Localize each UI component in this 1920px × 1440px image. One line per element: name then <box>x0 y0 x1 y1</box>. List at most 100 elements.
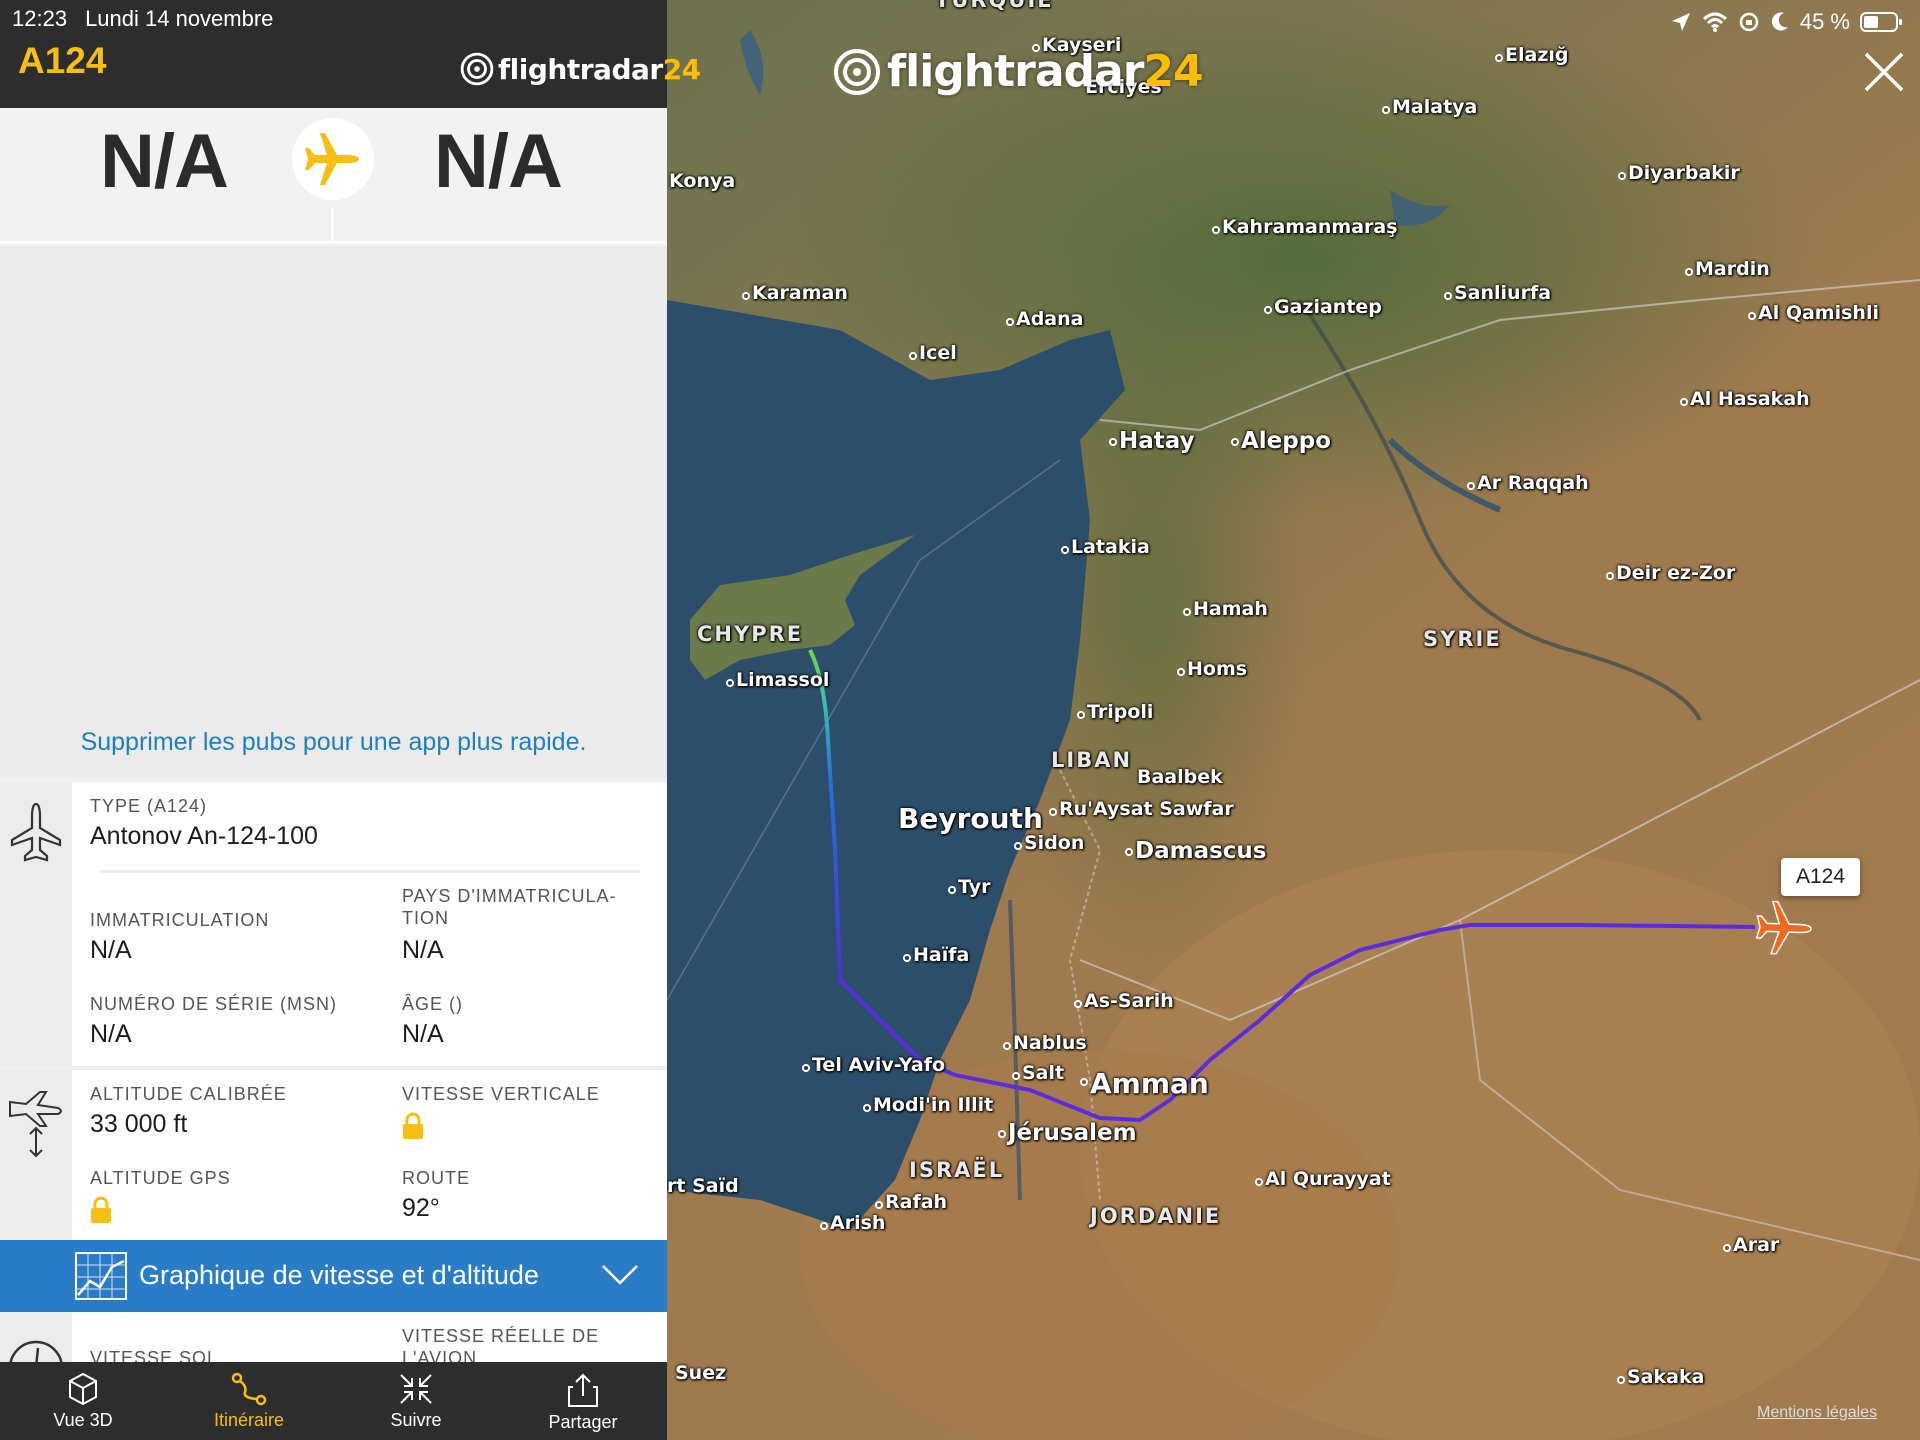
map-place-label: Suez <box>675 1362 727 1384</box>
age-value: N/A <box>402 1020 444 1048</box>
close-icon[interactable] <box>1862 50 1906 94</box>
status-date: Lundi 14 novembre <box>85 6 274 31</box>
map-place-label: SYRIE <box>1423 627 1502 651</box>
share-icon <box>568 1373 598 1407</box>
bottom-toolbar: Vue 3D Itinéraire Suivre Partager <box>0 1362 667 1440</box>
nav-3d-view[interactable]: Vue 3D <box>8 1362 158 1440</box>
flight-map-label[interactable]: A124 <box>1781 858 1861 896</box>
status-bar-right: 45 % <box>1670 6 1904 38</box>
map-place-label: Rafah <box>885 1191 948 1213</box>
map-place-label: Karaman <box>752 282 848 304</box>
city-dot <box>1012 1072 1020 1080</box>
altitude-icon <box>9 1091 62 1158</box>
aircraft-outline-icon <box>10 802 62 862</box>
city-dot <box>1382 106 1390 114</box>
nav-itinerary[interactable]: Itinéraire <box>174 1362 324 1440</box>
map-place-label: Modi'in Illit <box>873 1094 994 1116</box>
map-flightradar24-logo: flightradar24 <box>833 46 1204 97</box>
origin-code[interactable]: N/A <box>100 118 229 205</box>
city-dot <box>1109 438 1117 446</box>
nav-follow[interactable]: Suivre <box>341 1362 491 1440</box>
city-dot <box>1444 292 1452 300</box>
map-place-label: Tel Aviv-Yafo <box>812 1054 946 1076</box>
map-place-label: Konya <box>669 170 736 192</box>
map-place-label: ISRAËL <box>909 1158 1005 1182</box>
city-dot <box>1617 1376 1625 1384</box>
city-dot <box>1264 306 1272 314</box>
telemetry-section: ALTITUDE CALIBRÉE 33 000 ft VITESSE VERT… <box>0 1070 667 1240</box>
aircraft-icon-column <box>0 782 72 1066</box>
registration-value: N/A <box>90 936 132 964</box>
map-place-label: Tripoli <box>1087 701 1154 723</box>
city-dot <box>1685 268 1693 276</box>
route-header: N/A N/A <box>0 108 667 244</box>
city-dot <box>948 886 956 894</box>
map-place-label: As-Sarih <box>1084 990 1174 1012</box>
flight-callsign: A124 <box>18 40 107 81</box>
battery-icon <box>1860 12 1902 32</box>
speed-icon-column <box>0 1312 72 1362</box>
city-dot <box>863 1104 871 1112</box>
city-dot <box>1748 312 1756 320</box>
nav-label: Suivre <box>390 1410 442 1430</box>
route-divider <box>331 208 334 244</box>
nav-share[interactable]: Partager <box>508 1362 658 1440</box>
city-dot <box>903 954 911 962</box>
city-dot <box>1003 1042 1011 1050</box>
map-place-label: Aleppo <box>1241 428 1332 454</box>
city-dot <box>1231 438 1239 446</box>
msn-label: NUMÉRO DE SÉRIE (MSN) <box>90 994 338 1014</box>
radar-logo-icon <box>834 48 880 95</box>
map-place-label: Homs <box>1187 658 1248 680</box>
map-place-label: Hamah <box>1193 598 1268 620</box>
city-dot <box>1080 1078 1088 1086</box>
altitude-value: 33 000 ft <box>90 1110 188 1138</box>
nav-label: Vue 3D <box>53 1410 113 1430</box>
status-time: 12:23 <box>12 6 68 31</box>
lock-icon[interactable] <box>90 1196 112 1224</box>
map-place-label: Ar Raqqah <box>1477 472 1589 494</box>
country-label: PAYS D'IMMATRICULA- TION <box>402 886 617 928</box>
ad-area <box>0 247 667 777</box>
registration-label: IMMATRICULATION <box>90 910 270 930</box>
map-place-label: Icel <box>919 342 957 364</box>
aircraft-section: TYPE (A124) Antonov An-124-100 IMMATRICU… <box>0 782 667 1066</box>
map-place-label: Kahramanmaraş <box>1222 216 1398 238</box>
route-icon <box>231 1372 267 1406</box>
status-bar-left: 12:23 Lundi 14 novembre <box>12 6 273 32</box>
ground-speed-label: VITESSE SOL <box>90 1348 219 1362</box>
destination-code[interactable]: N/A <box>434 118 563 205</box>
follow-icon <box>400 1374 432 1404</box>
map-place-label: TURQUIE <box>935 0 1054 12</box>
map-place-label: Sidon <box>1024 832 1085 854</box>
map-place-label: Deir ez-Zor <box>1616 562 1736 584</box>
remove-ads-link[interactable]: Supprimer les pubs pour une app plus rap… <box>0 728 667 757</box>
city-dot <box>820 1222 828 1230</box>
speed-altitude-chart-button[interactable]: Graphique de vitesse et d'altitude <box>0 1240 667 1312</box>
altitude-label: ALTITUDE CALIBRÉE <box>90 1084 287 1104</box>
vertical-speed-label: VITESSE VERTICALE <box>402 1084 600 1104</box>
chart-icon <box>75 1252 127 1300</box>
orientation-lock-icon <box>1739 12 1759 32</box>
city-dot <box>1177 668 1185 676</box>
map-place-label: Salt <box>1022 1062 1065 1084</box>
city-dot <box>1077 711 1085 719</box>
lock-icon[interactable] <box>402 1112 424 1140</box>
map-place-label: Limassol <box>736 669 830 691</box>
map-place-label: JORDANIE <box>1090 1204 1222 1228</box>
map-place-label: Hatay <box>1119 428 1195 454</box>
map-place-label: Arar <box>1733 1234 1780 1256</box>
legal-link[interactable]: Mentions légales <box>1757 1404 1877 1422</box>
route-plane-badge <box>292 118 374 200</box>
city-dot <box>802 1064 810 1072</box>
track-value: 92° <box>402 1194 440 1222</box>
map-place-label: Elazığ <box>1505 44 1569 66</box>
city-dot <box>1125 848 1133 856</box>
map-place-label: Beyrouth <box>898 802 1043 835</box>
map-place-label: Malatya <box>1392 96 1478 118</box>
nav-label: Itinéraire <box>213 1410 285 1430</box>
map-place-label: Al Qamishli <box>1758 302 1879 324</box>
city-dot <box>1006 318 1014 326</box>
map-place-label: Adana <box>1016 308 1084 330</box>
map-place-label: Damascus <box>1135 838 1267 864</box>
